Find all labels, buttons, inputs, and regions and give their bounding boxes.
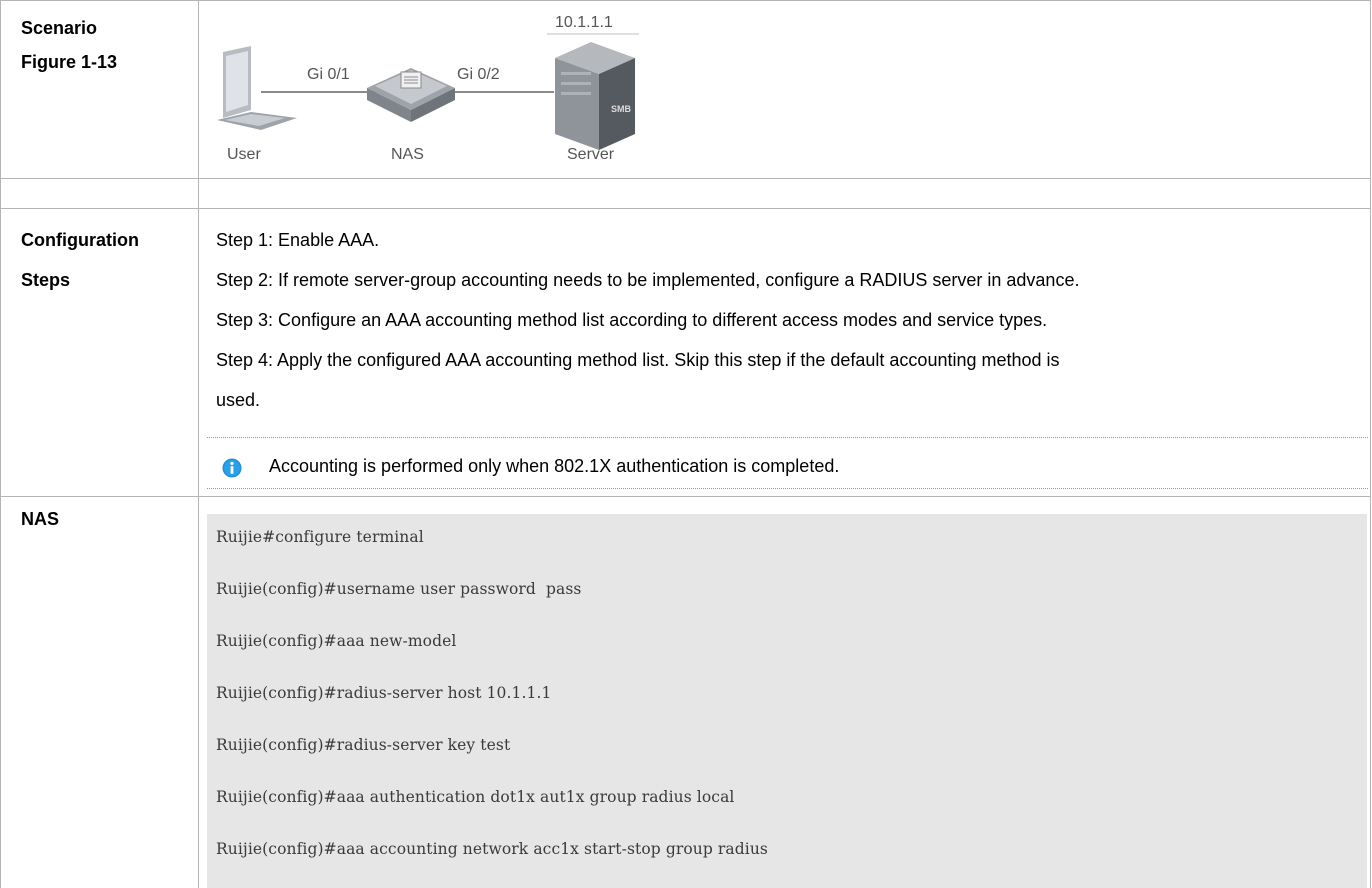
figure-label: Figure 1-13 xyxy=(21,52,118,72)
nas-label: NAS xyxy=(391,146,424,163)
code-line: Ruijie(config)#username user password pa… xyxy=(216,580,582,598)
row-border xyxy=(1,496,1370,497)
note-divider-bottom xyxy=(207,488,1368,489)
code-line: Ruijie(config)#aaa authentication dot1x … xyxy=(216,788,735,806)
server-label: Server xyxy=(567,146,615,163)
code-line: Ruijie(config)#aaa new-model xyxy=(216,632,457,650)
code-line: Ruijie(config)#aaa accounting network ac… xyxy=(216,840,768,858)
config-steps-label: Configuration xyxy=(21,230,139,250)
info-icon xyxy=(222,458,242,478)
config-steps-label-2: Steps xyxy=(21,270,71,290)
step-4-continued: used. xyxy=(216,390,261,410)
user-label: User xyxy=(227,146,261,163)
server-icon: SMB xyxy=(555,42,635,150)
step-3: Step 3: Configure an AAA accounting meth… xyxy=(216,310,1048,330)
laptop-icon xyxy=(217,46,297,130)
svg-text:SMB: SMB xyxy=(611,104,632,114)
port-gi02-label: Gi 0/2 xyxy=(457,66,500,83)
code-line: Ruijie(config)#radius-server key test xyxy=(216,736,511,754)
step-2: Step 2: If remote server-group accountin… xyxy=(216,270,1080,290)
row-border xyxy=(1,208,1370,209)
code-block: Ruijie#configure terminal Ruijie(config)… xyxy=(207,514,1367,888)
note-text: Accounting is performed only when 802.1X… xyxy=(269,456,840,476)
step-4: Step 4: Apply the configured AAA account… xyxy=(216,350,1060,370)
config-table: Scenario Figure 1-13 SMB 10.1.1.1 Gi 0/1… xyxy=(0,0,1371,888)
scenario-label: Scenario xyxy=(21,18,98,38)
code-line: Ruijie(config)#radius-server host 10.1.1… xyxy=(216,684,552,702)
nas-row-label: NAS xyxy=(21,509,60,529)
switch-icon xyxy=(367,68,455,122)
code-line: Ruijie#configure terminal xyxy=(216,528,424,546)
note-divider-top xyxy=(207,437,1368,438)
port-gi01-label: Gi 0/1 xyxy=(307,66,350,83)
row-border xyxy=(1,178,1370,179)
step-1: Step 1: Enable AAA. xyxy=(216,230,380,250)
server-ip-label: 10.1.1.1 xyxy=(555,14,613,31)
network-diagram: SMB 10.1.1.1 Gi 0/1 Gi 0/2 User NAS Serv… xyxy=(199,0,659,178)
